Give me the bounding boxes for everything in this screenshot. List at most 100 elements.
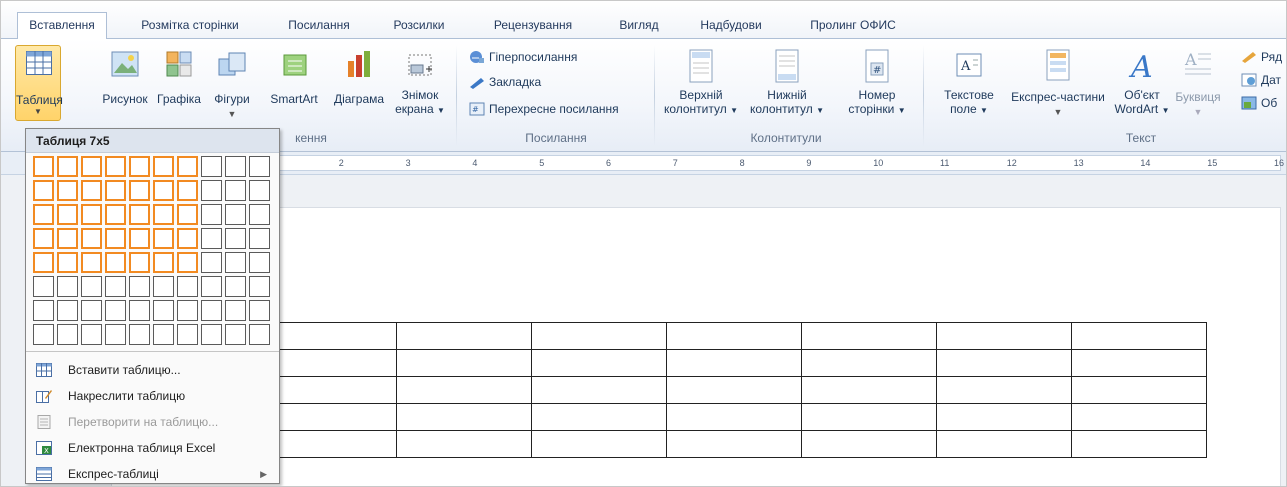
table-grid-cell[interactable] — [81, 228, 102, 249]
table-cell[interactable] — [666, 403, 802, 431]
table-grid-cell[interactable] — [105, 180, 126, 201]
table-cell[interactable] — [396, 403, 532, 431]
tab-addins[interactable]: Надбудови — [687, 13, 775, 39]
tab-review[interactable]: Рецензування — [475, 13, 591, 39]
table-cell[interactable] — [261, 349, 397, 377]
table-cell[interactable] — [666, 376, 802, 404]
table-grid-cell[interactable] — [105, 204, 126, 225]
table-grid-cell[interactable] — [153, 204, 174, 225]
table-cell[interactable] — [531, 430, 667, 458]
table-grid-cell[interactable] — [57, 300, 78, 321]
table-grid-cell[interactable] — [201, 300, 222, 321]
table-grid-cell[interactable] — [129, 180, 150, 201]
table-grid-cell[interactable] — [201, 228, 222, 249]
table-grid-cell[interactable] — [105, 156, 126, 177]
table-grid-cell[interactable] — [201, 180, 222, 201]
table-button[interactable]: Таблиця ▼ — [15, 45, 63, 121]
table-grid-cell[interactable] — [129, 156, 150, 177]
header-button[interactable]: Верхній колонтитул ▼ — [661, 49, 741, 118]
footer-button[interactable]: Нижній колонтитул ▼ — [745, 49, 829, 118]
picture-button[interactable]: Рисунок — [97, 49, 153, 106]
table-grid-cell[interactable] — [177, 252, 198, 273]
table-cell[interactable] — [801, 349, 937, 377]
table-cell[interactable] — [396, 376, 532, 404]
table-cell[interactable] — [261, 376, 397, 404]
table-cell[interactable] — [531, 376, 667, 404]
table-cell[interactable] — [801, 403, 937, 431]
table-grid-cell[interactable] — [249, 324, 270, 345]
table-cell[interactable] — [936, 403, 1072, 431]
table-grid-cell[interactable] — [225, 324, 246, 345]
table-cell[interactable] — [1071, 376, 1207, 404]
table-grid-cell[interactable] — [129, 204, 150, 225]
table-grid-cell[interactable] — [129, 276, 150, 297]
cross-reference-button[interactable]: # Перехресне посилання — [467, 99, 619, 119]
shapes-button[interactable]: Фігури ▼ — [205, 49, 259, 121]
signature-line-button[interactable]: Ряд — [1239, 47, 1282, 67]
quick-parts-button[interactable]: Експрес-частини ▼ — [1009, 49, 1107, 119]
text-box-button[interactable]: A Текстове поле ▼ — [929, 51, 1009, 118]
table-grid-cell[interactable] — [153, 228, 174, 249]
table-cell[interactable] — [1071, 403, 1207, 431]
document-table[interactable] — [261, 322, 1207, 458]
table-cell[interactable] — [936, 349, 1072, 377]
table-grid-cell[interactable] — [105, 252, 126, 273]
table-grid-cell[interactable] — [177, 300, 198, 321]
tab-view[interactable]: Вигляд — [607, 13, 671, 39]
table-grid-cell[interactable] — [201, 204, 222, 225]
table-cell[interactable] — [801, 376, 937, 404]
table-cell[interactable] — [261, 322, 397, 350]
table-grid-cell[interactable] — [129, 252, 150, 273]
clipart-button[interactable]: Графіка — [153, 49, 205, 106]
table-cell[interactable] — [1071, 322, 1207, 350]
table-grid-cell[interactable] — [129, 300, 150, 321]
table-grid-cell[interactable] — [249, 228, 270, 249]
table-grid-cell[interactable] — [225, 252, 246, 273]
table-grid-cell[interactable] — [105, 228, 126, 249]
table-grid-cell[interactable] — [81, 156, 102, 177]
table-grid-cell[interactable] — [201, 252, 222, 273]
table-grid-cell[interactable] — [249, 300, 270, 321]
table-cell[interactable] — [531, 322, 667, 350]
drop-cap-button[interactable]: A Буквиця ▼ — [1171, 49, 1225, 119]
table-cell[interactable] — [936, 376, 1072, 404]
table-grid-cell[interactable] — [177, 180, 198, 201]
table-grid-cell[interactable] — [201, 156, 222, 177]
table-grid-cell[interactable] — [105, 276, 126, 297]
table-grid-cell[interactable] — [249, 276, 270, 297]
table-grid-cell[interactable] — [153, 276, 174, 297]
table-grid-cell[interactable] — [81, 276, 102, 297]
table-cell[interactable] — [261, 430, 397, 458]
table-grid-cell[interactable] — [57, 156, 78, 177]
table-grid-cell[interactable] — [81, 324, 102, 345]
table-grid-cell[interactable] — [153, 252, 174, 273]
tab-page-layout[interactable]: Розмітка сторінки — [125, 13, 255, 39]
draw-table-menu-item[interactable]: Накреслити таблицю — [26, 383, 279, 409]
table-grid-cell[interactable] — [153, 300, 174, 321]
page-number-button[interactable]: # Номер сторінки ▼ — [835, 49, 919, 118]
table-grid-cell[interactable] — [57, 204, 78, 225]
table-grid-cell[interactable] — [225, 300, 246, 321]
table-grid-cell[interactable] — [225, 228, 246, 249]
table-grid-cell[interactable] — [201, 324, 222, 345]
table-grid-cell[interactable] — [33, 228, 54, 249]
table-grid-cell[interactable] — [225, 276, 246, 297]
tab-references[interactable]: Посилання — [273, 13, 365, 39]
table-cell[interactable] — [1071, 430, 1207, 458]
table-grid-cell[interactable] — [177, 204, 198, 225]
table-grid-cell[interactable] — [81, 252, 102, 273]
table-cell[interactable] — [666, 430, 802, 458]
table-grid-cell[interactable] — [33, 180, 54, 201]
table-grid-cell[interactable] — [249, 180, 270, 201]
smartart-button[interactable]: SmartArt — [263, 49, 325, 106]
table-grid-cell[interactable] — [57, 228, 78, 249]
table-grid-cell[interactable] — [33, 300, 54, 321]
table-grid-cell[interactable] — [129, 324, 150, 345]
wordart-button[interactable]: A Об'єкт WordArt ▼ — [1111, 49, 1173, 118]
table-grid-cell[interactable] — [249, 204, 270, 225]
insert-table-menu-item[interactable]: Вставити таблицю... — [26, 357, 279, 383]
table-grid-cell[interactable] — [81, 204, 102, 225]
table-cell[interactable] — [936, 322, 1072, 350]
table-grid-cell[interactable] — [249, 252, 270, 273]
table-grid-cell[interactable] — [57, 180, 78, 201]
